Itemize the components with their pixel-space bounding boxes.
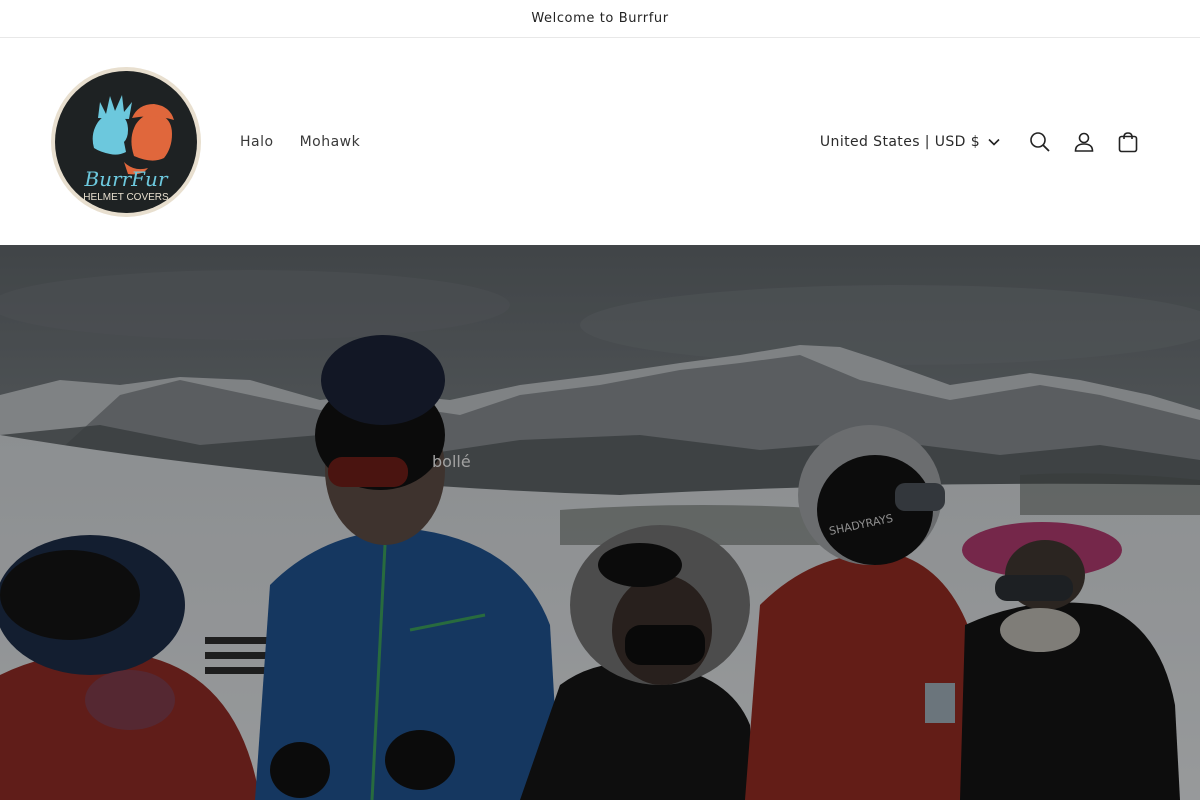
announcement-text: Welcome to Burrfur (531, 11, 669, 26)
account-button[interactable] (1062, 120, 1106, 164)
country-currency-selector[interactable]: United States | USD $ (820, 134, 1000, 150)
burrfur-logo[interactable]: BurrFur HELMET COVERS (50, 66, 202, 218)
search-button[interactable] (1018, 120, 1062, 164)
bag-icon (1118, 131, 1138, 152)
announcement-bar: Welcome to Burrfur (0, 0, 1200, 38)
chevron-down-icon (988, 138, 1000, 146)
hero-overlay (0, 245, 1200, 800)
site-header: BurrFur HELMET COVERS Halo Mohawk United… (0, 38, 1200, 245)
user-icon (1074, 132, 1094, 152)
logo-wordmark: BurrFur (83, 167, 168, 191)
nav-item-mohawk[interactable]: Mohawk (300, 134, 361, 150)
localization-label: United States | USD $ (819, 133, 980, 150)
main-nav: Halo Mohawk (240, 134, 360, 150)
header-actions: United States | USD $ (820, 120, 1150, 164)
logo-tagline: HELMET COVERS (83, 192, 169, 203)
hero-banner: bollé SHADYRAYS (0, 245, 1200, 800)
hero-image: bollé SHADYRAYS (0, 245, 1200, 800)
nav-item-halo[interactable]: Halo (240, 134, 274, 150)
search-icon (1030, 131, 1050, 152)
cart-button[interactable] (1106, 120, 1150, 164)
